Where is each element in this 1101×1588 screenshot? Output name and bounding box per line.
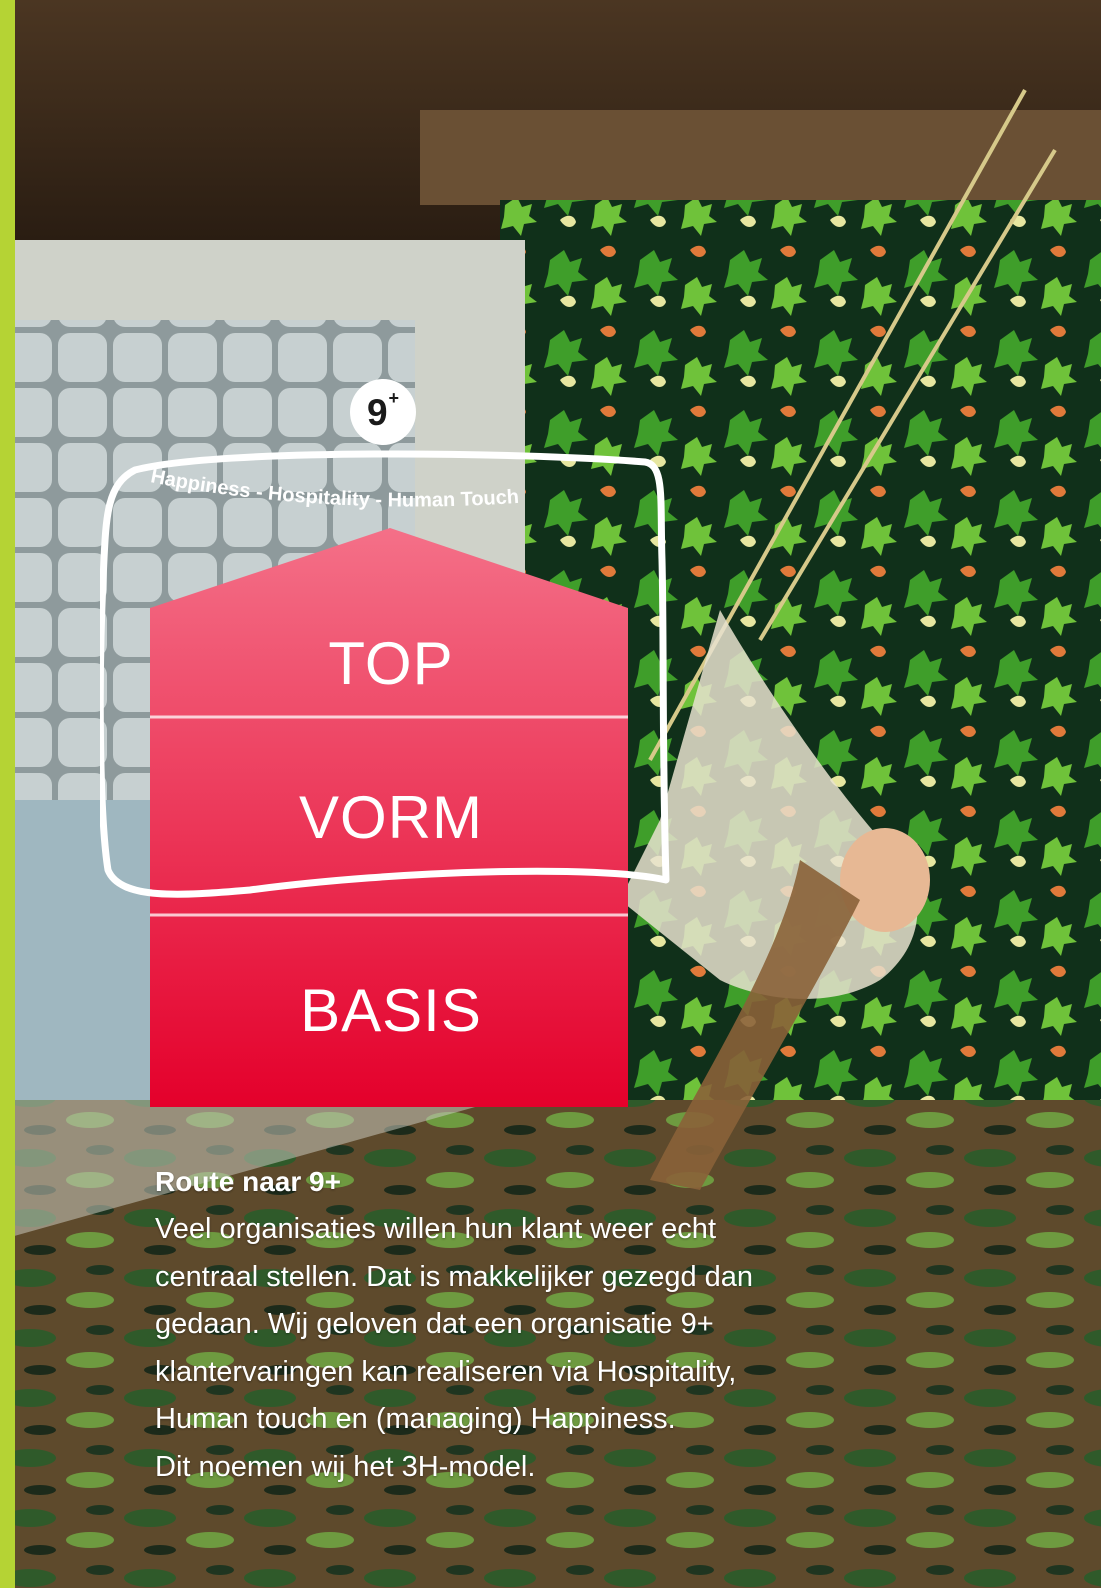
- level-label-top: TOP: [328, 630, 454, 697]
- route-heading: Route naar 9+: [155, 1166, 341, 1197]
- model-level-top: TOP: [152, 612, 630, 716]
- paragraph-line: Veel organisaties willen hun klant weer …: [155, 1213, 716, 1245]
- model-level-basis: BASIS: [152, 916, 630, 1106]
- paragraph-line: centraal stellen. Dat is makkelijker gez…: [155, 1260, 754, 1293]
- three-h-model: Happiness - Hospitality - Human Touch TO…: [100, 440, 680, 1120]
- route-paragraph: Veel organisaties willen hun klant weer …: [155, 1206, 915, 1491]
- route-text-block: Route naar 9+ Veel organisaties willen h…: [155, 1162, 915, 1491]
- level-label-vorm: VORM: [299, 784, 483, 851]
- nine-plus-badge: 9 +: [350, 379, 416, 445]
- model-level-vorm: VORM: [152, 722, 630, 914]
- model-tagline: Happiness - Hospitality - Human Touch: [149, 465, 520, 511]
- badge-superscript: +: [388, 387, 400, 408]
- paragraph-line: Dit noemen wij het 3H-model.: [155, 1450, 536, 1483]
- accent-sidebar-bar: [0, 0, 15, 1588]
- paragraph-line: klantervaringen kan realiseren via Hospi…: [155, 1355, 737, 1388]
- paragraph-line: Human touch en (managing) Happiness.: [155, 1403, 676, 1435]
- paragraph-line: gedaan. Wij geloven dat een organisatie …: [155, 1308, 714, 1340]
- badge-number: 9: [366, 391, 388, 433]
- level-label-basis: BASIS: [300, 977, 482, 1044]
